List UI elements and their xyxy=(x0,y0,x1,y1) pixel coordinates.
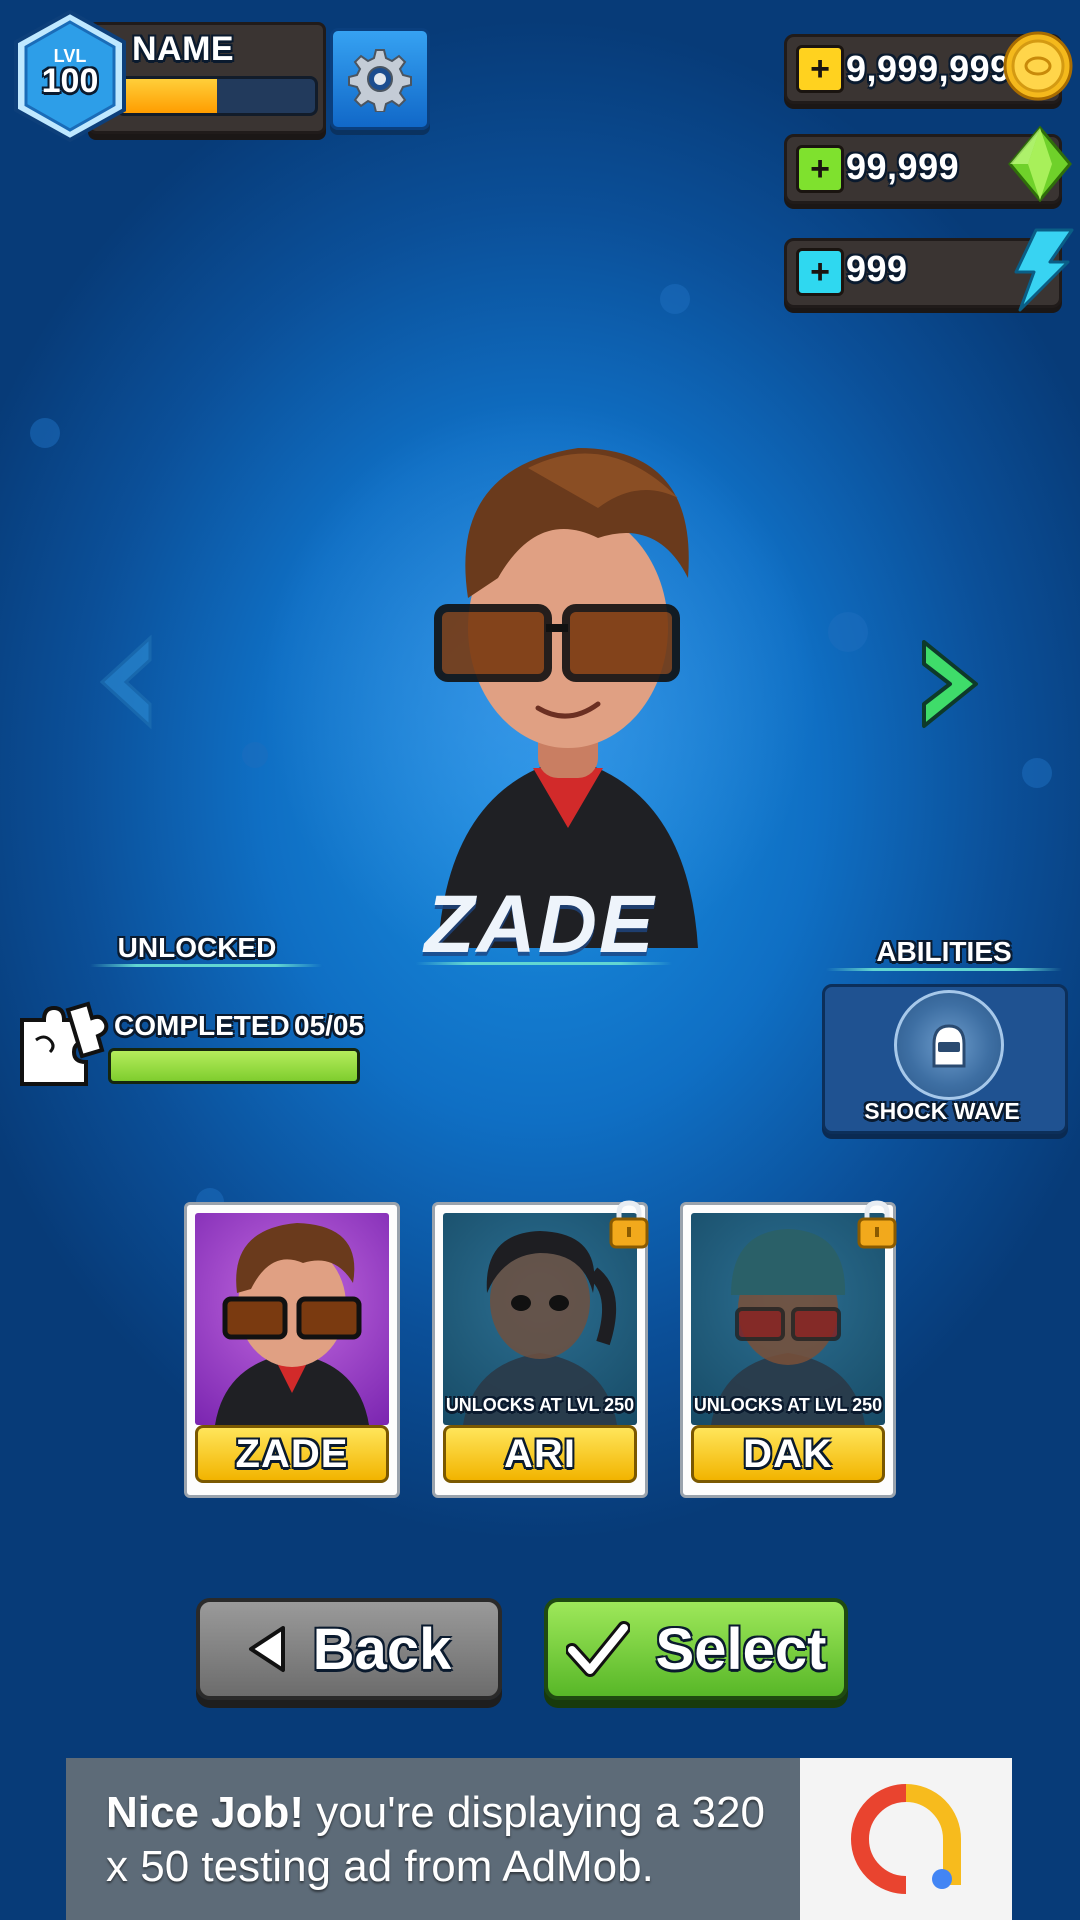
abilities-label: ABILITIES xyxy=(876,936,1012,967)
triangle-left-icon xyxy=(248,1626,285,1672)
background-bubble xyxy=(660,284,690,314)
name-divider xyxy=(416,962,672,965)
lock-icon xyxy=(857,1200,897,1249)
ad-banner[interactable]: Nice Job! you're displaying a 320 x 50 t… xyxy=(66,1758,1012,1920)
select-button-label: Select xyxy=(655,1616,827,1682)
shock-wave-icon xyxy=(932,1024,966,1068)
completion-progress-bar xyxy=(108,1048,360,1084)
character-card-ari[interactable]: UNLOCKS AT LVL 250 ARI xyxy=(432,1200,649,1498)
card-label-zade: ZADE xyxy=(195,1425,389,1483)
unlocked-label: UNLOCKED xyxy=(117,932,277,963)
completion-progress-fill xyxy=(111,1051,357,1081)
card-label-ari: ARI xyxy=(443,1425,637,1483)
add-gems-button[interactable]: + xyxy=(796,145,844,193)
character-portrait xyxy=(408,428,728,948)
unlocked-divider xyxy=(90,964,322,967)
gems-value: 99,999 xyxy=(846,146,960,187)
puzzle-pieces-icon xyxy=(16,1000,112,1092)
unlock-note-dak: UNLOCKS AT LVL 250 xyxy=(693,1395,883,1415)
energy-value: 999 xyxy=(846,248,908,289)
background-bubble xyxy=(1022,758,1052,788)
select-button[interactable]: Select xyxy=(544,1598,848,1700)
xp-bar xyxy=(116,76,318,116)
character-name: ZADE xyxy=(424,879,656,970)
background-bubble xyxy=(242,742,268,768)
player-name: NAME xyxy=(132,30,235,68)
level-value: 100 xyxy=(41,62,99,100)
lightning-energy-icon xyxy=(1010,228,1074,312)
background-bubble xyxy=(30,418,60,448)
character-card-dak[interactable]: UNLOCKS AT LVL 250 DAK xyxy=(680,1200,897,1498)
lock-icon xyxy=(609,1200,649,1249)
background-bubble xyxy=(828,612,868,652)
abilities-divider xyxy=(826,968,1062,971)
ad-text-bold: Nice Job! xyxy=(106,1788,305,1837)
chevron-left-icon xyxy=(99,634,152,730)
next-character-button[interactable] xyxy=(916,634,982,734)
green-gem-icon xyxy=(1008,125,1072,203)
add-energy-button[interactable]: + xyxy=(796,248,844,296)
add-coins-button[interactable]: + xyxy=(796,45,844,93)
admob-logo xyxy=(800,1758,1012,1920)
gold-coin-icon xyxy=(1002,30,1074,102)
ability-name: SHOCK WAVE xyxy=(864,1098,1020,1124)
previous-character-button[interactable] xyxy=(96,634,156,730)
character-card-zade[interactable]: ZADE xyxy=(184,1202,400,1498)
coins-value: 9,999,999 xyxy=(846,48,1011,89)
card-art-zade xyxy=(195,1213,389,1425)
card-label-dak: DAK xyxy=(691,1425,885,1483)
checkmark-icon xyxy=(565,1621,630,1677)
completed-label: COMPLETED xyxy=(114,1010,290,1041)
back-button[interactable]: Back xyxy=(196,1598,502,1700)
back-button-label: Back xyxy=(312,1616,452,1682)
gear-icon xyxy=(348,49,412,112)
ad-text: Nice Job! you're displaying a 320 x 50 t… xyxy=(106,1786,766,1894)
ability-icon-circle xyxy=(894,990,1004,1100)
unlock-note-ari: UNLOCKS AT LVL 250 xyxy=(445,1395,635,1415)
xp-bar-fill xyxy=(119,79,217,113)
admob-logo-icon xyxy=(851,1784,961,1894)
completed-count: 05/05 xyxy=(294,1010,365,1041)
settings-button[interactable] xyxy=(330,28,430,130)
chevron-right-icon xyxy=(922,640,978,728)
